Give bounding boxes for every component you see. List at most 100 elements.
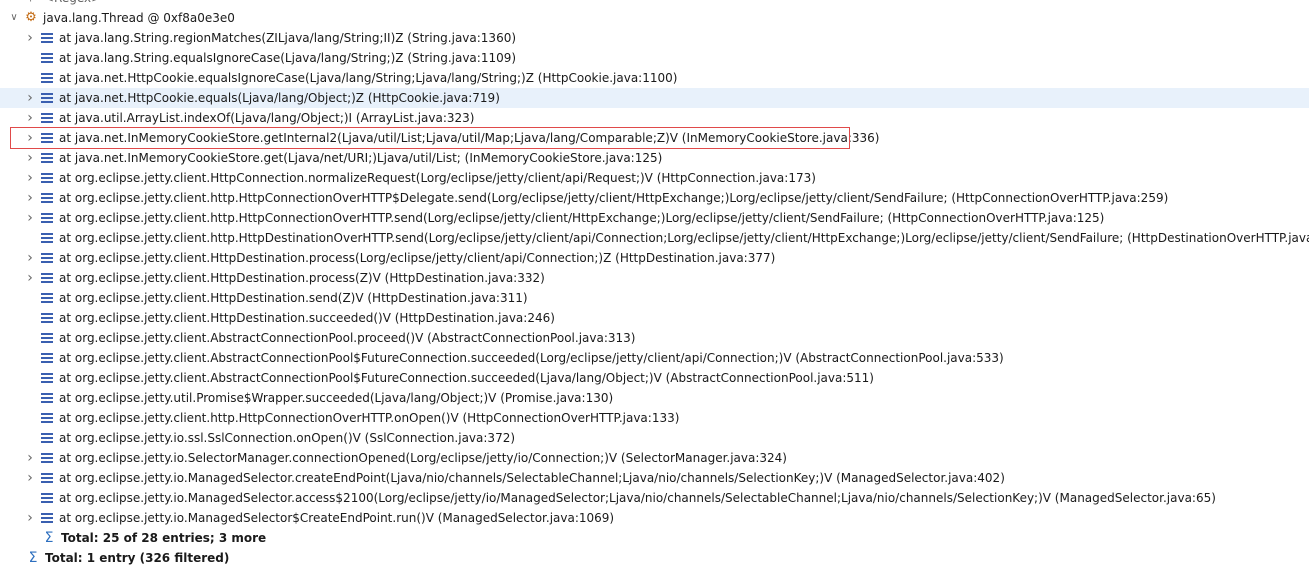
stack-frame-text: at org.eclipse.jetty.client.AbstractConn… (59, 351, 1004, 365)
stack-frame-icon (40, 411, 54, 425)
stack-frame-row[interactable]: › at org.eclipse.jetty.client.http.HttpCo… (0, 188, 1309, 208)
stack-frame-text: at org.eclipse.jetty.io.ManagedSelector.… (59, 491, 1216, 505)
stack-frame-icon (40, 111, 54, 125)
stack-frame-icon (40, 491, 54, 505)
stack-frame-icon (40, 211, 54, 225)
regex-filter-label: <Regex> (44, 0, 101, 8)
stack-frame-icon (40, 271, 54, 285)
chevron-right-icon[interactable]: › (24, 268, 36, 288)
stack-frame-icon (40, 391, 54, 405)
stack-frame-icon (40, 511, 54, 525)
stack-frame-text: at java.net.HttpCookie.equals(Ljava/lang… (59, 91, 500, 105)
stack-frame-row[interactable]: › at java.net.InMemoryCookieStore.get(Lja… (0, 148, 1309, 168)
stack-frame-row[interactable]: › at org.eclipse.jetty.client.HttpDestina… (0, 268, 1309, 288)
stack-frame-text: at java.net.InMemoryCookieStore.getInter… (59, 131, 880, 145)
stack-frame-icon (40, 291, 54, 305)
stack-frame-icon (40, 231, 54, 245)
stack-frame-row[interactable]: › at java.lang.String.regionMatches(ZILja… (0, 28, 1309, 48)
stack-tree: ⊹ <Regex> ∨ ⚙ java.lang.Thread @ 0xf8a0e… (0, 0, 1309, 565)
stack-frame-icon (40, 351, 54, 365)
stack-frame-text: at org.eclipse.jetty.client.AbstractConn… (59, 371, 874, 385)
chevron-right-icon[interactable]: › (24, 28, 36, 48)
stack-frame-icon (40, 371, 54, 385)
stack-frame-text: at org.eclipse.jetty.util.Promise$Wrappe… (59, 391, 614, 405)
stack-frame-text: at org.eclipse.jetty.client.HttpDestinat… (59, 291, 528, 305)
outer-total-row: Σ Total: 1 entry (326 filtered) (0, 548, 1309, 568)
stack-frame-row[interactable]: at org.eclipse.jetty.client.HttpDestinat… (0, 308, 1309, 328)
chevron-right-icon[interactable]: › (24, 148, 36, 168)
stack-frame-text: at java.lang.String.equalsIgnoreCase(Lja… (59, 51, 517, 65)
stack-frame-icon (40, 171, 54, 185)
stack-frame-icon (40, 191, 54, 205)
stack-frame-row[interactable]: at org.eclipse.jetty.util.Promise$Wrappe… (0, 388, 1309, 408)
stack-frame-text: at org.eclipse.jetty.io.ssl.SslConnectio… (59, 431, 516, 445)
stack-frame-icon (40, 131, 54, 145)
stack-frame-text: at org.eclipse.jetty.client.http.HttpCon… (59, 211, 1105, 225)
thread-label: java.lang.Thread @ 0xf8a0e3e0 (43, 11, 235, 25)
stack-frame-icon (40, 71, 54, 85)
stack-frame-icon (40, 311, 54, 325)
stack-frame-row[interactable]: › at org.eclipse.jetty.io.SelectorManager… (0, 448, 1309, 468)
stack-frame-row[interactable]: at org.eclipse.jetty.client.http.HttpDes… (0, 228, 1309, 248)
stack-frame-icon (40, 471, 54, 485)
stack-frame-icon (40, 431, 54, 445)
stack-frame-icon (40, 331, 54, 345)
regex-filter-row[interactable]: ⊹ <Regex> (0, 0, 1309, 8)
stack-frame-icon (40, 51, 54, 65)
stack-frame-row[interactable]: at java.net.HttpCookie.equalsIgnoreCase(… (0, 68, 1309, 88)
chevron-right-icon[interactable]: › (24, 508, 36, 528)
chevron-right-icon[interactable]: › (24, 168, 36, 188)
chevron-down-icon[interactable]: ∨ (8, 8, 20, 28)
stack-frame-icon (40, 151, 54, 165)
stack-frame-text: at java.net.InMemoryCookieStore.get(Ljav… (59, 151, 663, 165)
stack-frame-row[interactable]: at java.lang.String.equalsIgnoreCase(Lja… (0, 48, 1309, 68)
stack-frame-text: at org.eclipse.jetty.io.ManagedSelector.… (59, 471, 1005, 485)
stack-frame-row[interactable]: › at org.eclipse.jetty.client.HttpDestina… (0, 248, 1309, 268)
stack-frame-icon (40, 451, 54, 465)
stack-frame-row[interactable]: at org.eclipse.jetty.client.http.HttpCon… (0, 408, 1309, 428)
stack-frame-row[interactable]: at org.eclipse.jetty.client.AbstractConn… (0, 348, 1309, 368)
chevron-right-icon[interactable]: › (24, 88, 36, 108)
stack-frame-text: at org.eclipse.jetty.client.HttpDestinat… (59, 271, 545, 285)
thread-gear-icon: ⚙ (25, 10, 37, 25)
stack-frame-icon (40, 31, 54, 45)
stack-frame-text: at java.net.HttpCookie.equalsIgnoreCase(… (59, 71, 678, 85)
stack-frame-row[interactable]: at org.eclipse.jetty.io.ManagedSelector.… (0, 488, 1309, 508)
stack-frame-row[interactable]: at org.eclipse.jetty.client.AbstractConn… (0, 328, 1309, 348)
chevron-right-icon[interactable]: › (24, 448, 36, 468)
stack-frame-text: at java.util.ArrayList.indexOf(Ljava/lan… (59, 111, 475, 125)
stack-frame-icon (40, 251, 54, 265)
stack-frame-row[interactable]: › at org.eclipse.jetty.client.HttpConnect… (0, 168, 1309, 188)
stack-frame-row[interactable]: › at java.net.InMemoryCookieStore.getInte… (0, 127, 1309, 149)
filter-icon: ⊹ (26, 0, 40, 5)
inner-total-row[interactable]: Σ Total: 25 of 28 entries; 3 more (0, 528, 1309, 548)
stack-frame-row[interactable]: at org.eclipse.jetty.client.AbstractConn… (0, 368, 1309, 388)
stack-frame-text: at org.eclipse.jetty.client.AbstractConn… (59, 331, 636, 345)
chevron-right-icon[interactable]: › (24, 128, 36, 148)
sigma-more-icon: Σ (44, 530, 54, 546)
stack-frame-text: at org.eclipse.jetty.client.HttpDestinat… (59, 251, 776, 265)
stack-frame-text: at org.eclipse.jetty.client.http.HttpDes… (59, 231, 1309, 245)
stack-frame-text: at org.eclipse.jetty.client.http.HttpCon… (59, 191, 1169, 205)
stack-frame-text: at org.eclipse.jetty.io.ManagedSelector$… (59, 511, 615, 525)
chevron-right-icon[interactable]: › (24, 248, 36, 268)
stack-frame-row[interactable]: › at org.eclipse.jetty.io.ManagedSelector… (0, 508, 1309, 528)
stack-frame-text: at org.eclipse.jetty.client.HttpDestinat… (59, 311, 555, 325)
stack-frame-text: at org.eclipse.jetty.io.SelectorManager.… (59, 451, 787, 465)
chevron-right-icon[interactable]: › (24, 208, 36, 228)
chevron-right-icon[interactable]: › (24, 468, 36, 488)
stack-frame-row[interactable]: at org.eclipse.jetty.io.ssl.SslConnectio… (0, 428, 1309, 448)
inner-total-label: Total: 25 of 28 entries; 3 more (61, 531, 267, 545)
chevron-right-icon[interactable]: › (24, 108, 36, 128)
stack-frame-text: at java.lang.String.regionMatches(ZILjav… (59, 31, 517, 45)
stack-frame-row[interactable]: › at java.net.HttpCookie.equals(Ljava/lan… (0, 88, 1309, 108)
stack-frame-row[interactable]: at org.eclipse.jetty.client.HttpDestinat… (0, 288, 1309, 308)
outer-total-label: Total: 1 entry (326 filtered) (45, 551, 230, 565)
stack-frame-row[interactable]: › at org.eclipse.jetty.io.ManagedSelector… (0, 468, 1309, 488)
chevron-right-icon[interactable]: › (24, 188, 36, 208)
stack-frame-text: at org.eclipse.jetty.client.HttpConnecti… (59, 171, 816, 185)
stack-frame-row[interactable]: › at java.util.ArrayList.indexOf(Ljava/la… (0, 108, 1309, 128)
thread-node[interactable]: ∨ ⚙ java.lang.Thread @ 0xf8a0e3e0 (0, 8, 1309, 28)
stack-frame-row[interactable]: › at org.eclipse.jetty.client.http.HttpCo… (0, 208, 1309, 228)
stack-frame-icon (40, 91, 54, 105)
